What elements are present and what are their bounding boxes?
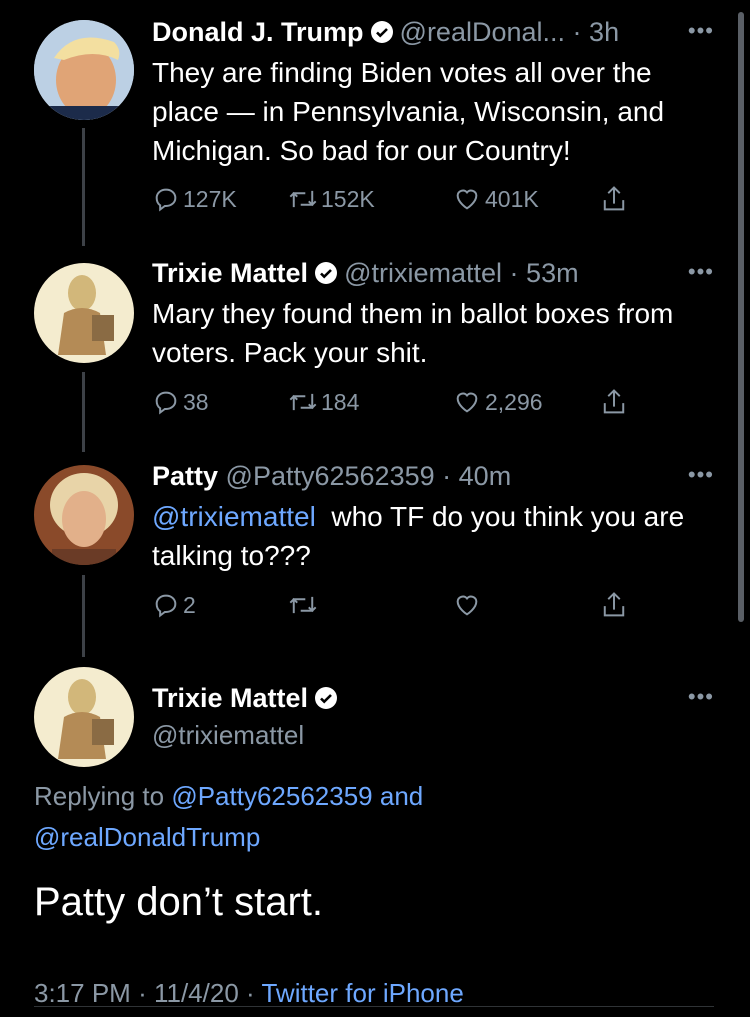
separator: · bbox=[442, 461, 452, 491]
author-name[interactable]: Trixie Mattel bbox=[152, 683, 308, 713]
separator: · bbox=[509, 258, 519, 288]
tweet-actions: 38 184 2,296 bbox=[152, 385, 652, 419]
like-count: 401K bbox=[485, 185, 539, 212]
reply-mention-trump[interactable]: @realDonaldTrump bbox=[34, 822, 260, 852]
tweet-source[interactable]: Twitter for iPhone bbox=[261, 978, 463, 1008]
retweet-icon bbox=[289, 596, 317, 614]
reply-button[interactable]: 38 bbox=[152, 385, 209, 419]
reply-count: 127K bbox=[183, 185, 237, 212]
more-options-icon[interactable]: ••• bbox=[688, 18, 714, 44]
thread-line bbox=[82, 128, 85, 246]
tweet-timestamp[interactable]: 3:17 PM bbox=[34, 978, 131, 1008]
share-button[interactable] bbox=[600, 182, 631, 216]
like-button[interactable]: 401K bbox=[452, 182, 539, 216]
more-options-icon[interactable]: ••• bbox=[688, 462, 714, 488]
retweet-count: 152K bbox=[321, 185, 375, 212]
retweet-button[interactable]: 184 bbox=[288, 385, 359, 419]
reply-count: 38 bbox=[183, 388, 209, 415]
separator: · bbox=[138, 978, 147, 1008]
share-icon bbox=[603, 186, 625, 211]
author-handle[interactable]: @Patty62562359 bbox=[226, 461, 435, 491]
replying-prefix: Replying to bbox=[34, 781, 165, 811]
tweet-meta: 3:17 PM · 11/4/20 · Twitter for iPhone bbox=[34, 978, 464, 1009]
heart-icon bbox=[456, 189, 478, 210]
main-author: Trixie Mattel bbox=[152, 681, 344, 718]
share-button[interactable] bbox=[600, 385, 631, 419]
mention-link[interactable]: @trixiemattel bbox=[152, 501, 316, 532]
tweet-header: Donald J. Trump @realDonal... · 3h bbox=[152, 15, 619, 52]
tweet-text: @trixiemattel who TF do you think you ar… bbox=[152, 497, 722, 575]
avatar-trump[interactable] bbox=[34, 20, 134, 120]
more-options-icon[interactable]: ••• bbox=[688, 259, 714, 285]
tweet-time[interactable]: 53m bbox=[526, 258, 579, 288]
avatar-trixie-main[interactable] bbox=[34, 667, 134, 767]
author-name[interactable]: Donald J. Trump bbox=[152, 17, 364, 47]
tweet-header: Patty @Patty62562359 · 40m bbox=[152, 459, 511, 493]
more-options-icon[interactable]: ••• bbox=[688, 684, 714, 710]
verified-badge-icon bbox=[314, 684, 338, 718]
tweet-actions: 2 bbox=[152, 588, 652, 622]
reply-button[interactable]: 127K bbox=[152, 182, 237, 216]
heart-icon bbox=[456, 392, 478, 413]
share-button[interactable] bbox=[600, 588, 631, 622]
verified-badge-icon bbox=[370, 18, 394, 52]
tweet-time[interactable]: 40m bbox=[459, 461, 512, 491]
author-handle[interactable]: @trixiemattel bbox=[152, 718, 304, 752]
reply-mention-patty[interactable]: @Patty62562359 bbox=[171, 781, 372, 811]
reply-icon bbox=[155, 594, 177, 618]
like-button[interactable] bbox=[452, 588, 485, 622]
like-count: 2,296 bbox=[485, 388, 543, 415]
heart-icon bbox=[456, 595, 478, 616]
reply-icon bbox=[155, 391, 177, 415]
retweet-icon bbox=[289, 190, 317, 208]
separator: · bbox=[572, 17, 582, 47]
divider bbox=[34, 1006, 714, 1007]
avatar-patty[interactable] bbox=[34, 465, 134, 565]
tweet-text: Mary they found them in ballot boxes fro… bbox=[152, 298, 674, 368]
like-button[interactable]: 2,296 bbox=[452, 385, 543, 419]
share-icon bbox=[603, 389, 625, 414]
replying-to: Replying to @Patty62562359 and @realDona… bbox=[34, 776, 423, 858]
reply-icon bbox=[155, 188, 177, 212]
retweet-count: 184 bbox=[321, 388, 360, 415]
tweet-text: They are finding Biden votes all over th… bbox=[152, 57, 665, 166]
retweet-button[interactable]: 152K bbox=[288, 182, 375, 216]
scrollbar[interactable] bbox=[738, 12, 744, 622]
reply-and: and bbox=[379, 781, 424, 811]
thread-line bbox=[82, 575, 85, 657]
separator: · bbox=[246, 978, 255, 1008]
tweet-time[interactable]: 3h bbox=[589, 17, 619, 47]
share-icon bbox=[603, 592, 625, 617]
verified-badge-icon bbox=[314, 259, 338, 293]
reply-button[interactable]: 2 bbox=[152, 588, 196, 622]
reply-count: 2 bbox=[183, 591, 196, 618]
main-tweet-text: Patty don’t start. bbox=[34, 880, 324, 924]
tweet-date[interactable]: 11/4/20 bbox=[154, 978, 239, 1008]
retweet-icon bbox=[289, 393, 317, 411]
retweet-button[interactable] bbox=[288, 588, 321, 622]
author-handle[interactable]: @trixiemattel bbox=[344, 258, 502, 288]
author-handle[interactable]: @realDonal... bbox=[400, 17, 565, 47]
author-name[interactable]: Trixie Mattel bbox=[152, 258, 308, 288]
thread-line bbox=[82, 372, 85, 452]
author-name[interactable]: Patty bbox=[152, 461, 218, 491]
tweet-actions: 127K 152K 401K bbox=[152, 182, 652, 216]
avatar-trixie[interactable] bbox=[34, 263, 134, 363]
tweet-header: Trixie Mattel @trixiemattel · 53m bbox=[152, 256, 579, 293]
